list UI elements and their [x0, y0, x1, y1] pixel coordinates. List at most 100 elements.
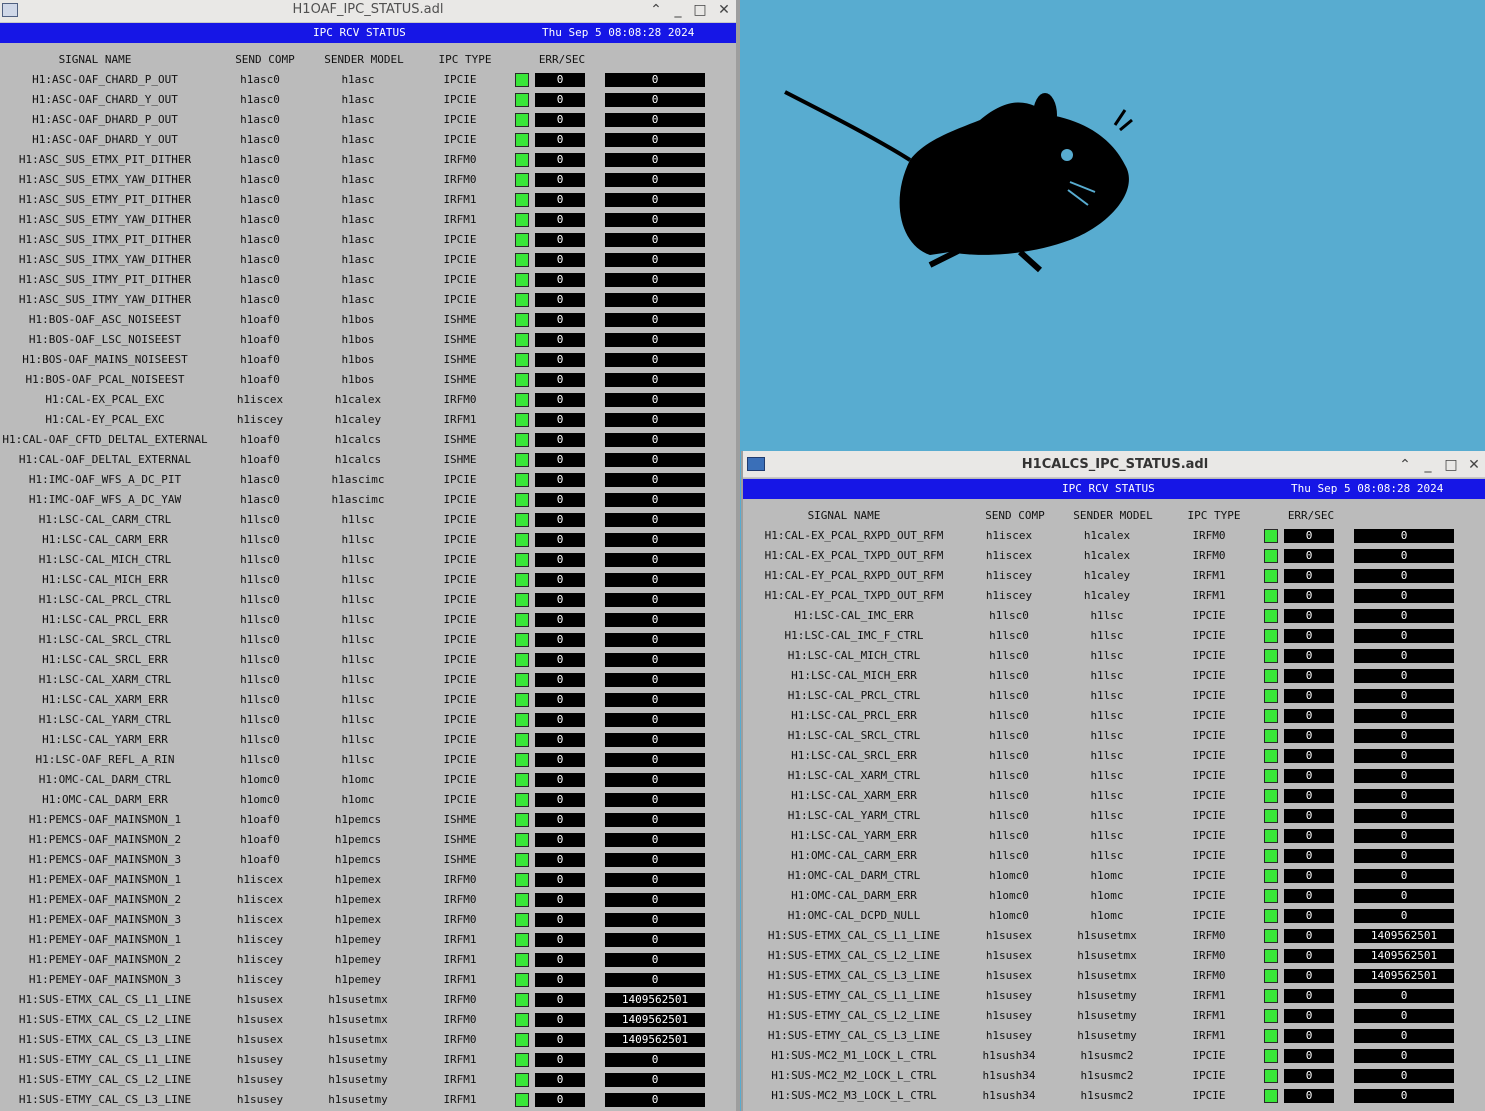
ipc-type: IPCIE: [443, 553, 477, 566]
title-bar[interactable]: H1CALCS_IPC_STATUS.adl ⌃ _ □ ✕: [743, 451, 1485, 478]
send-comp: h1lsc0: [240, 733, 280, 746]
signal-name: H1:ASC_SUS_ITMX_PIT_DITHER: [18, 233, 192, 246]
ipc-type: IRFM0: [443, 1033, 477, 1046]
err-per-sec-value: 0: [535, 213, 585, 227]
signal-name: H1:LSC-CAL_PRCL_ERR: [791, 709, 917, 722]
table-row: H1:SUS-ETMX_CAL_CS_L3_LINE h1susex h1suset…: [743, 966, 1485, 986]
status-led-indicator: [515, 953, 529, 967]
sender-model: h1susmc2: [1080, 1049, 1134, 1062]
send-comp: h1oaf0: [240, 313, 280, 326]
send-comp: h1iscey: [236, 973, 284, 986]
title-bar[interactable]: H1OAF_IPC_STATUS.adl ⌃ _ □ ✕: [0, 0, 736, 23]
signal-name: H1:ASC-OAF_DHARD_P_OUT: [32, 113, 178, 126]
sender-model: h1lsc: [1090, 689, 1124, 702]
sender-model: h1lsc: [341, 633, 375, 646]
minimize-icon[interactable]: _: [1418, 451, 1438, 479]
signal-name: H1:ASC_SUS_ITMY_YAW_DITHER: [18, 293, 192, 306]
signal-name: H1:OMC-CAL_DARM_ERR: [791, 889, 917, 902]
status-led-indicator: [1264, 1069, 1278, 1083]
sender-model: h1ascimc: [331, 493, 385, 506]
err-per-sec-value: 0: [535, 733, 585, 747]
table-row: H1:LSC-CAL_IMC_ERR h1lsc0 h1lsc IPCIE 0 0: [743, 606, 1485, 626]
ipc-type: IRFM0: [1192, 949, 1226, 962]
signal-name: H1:PEMEY-OAF_MAINSMON_3: [28, 973, 182, 986]
ipc-type: IPCIE: [443, 593, 477, 606]
send-comp: h1lsc0: [989, 649, 1029, 662]
signal-name: H1:LSC-CAL_YARM_ERR: [42, 733, 168, 746]
maximize-icon[interactable]: □: [690, 0, 710, 20]
shade-icon[interactable]: ⌃: [646, 0, 666, 20]
error-timestamp-value: 0: [1354, 1009, 1454, 1023]
signal-name: H1:SUS-MC2_M3_LOCK_L_CTRL: [771, 1089, 937, 1102]
signal-name: H1:SUS-MC2_M2_LOCK_L_CTRL: [771, 1069, 937, 1082]
status-led-indicator: [515, 713, 529, 727]
send-comp: h1iscex: [985, 529, 1033, 542]
error-timestamp-value: 0: [605, 1073, 705, 1087]
send-comp: h1lsc0: [989, 809, 1029, 822]
status-led-indicator: [515, 333, 529, 347]
calcs-ipc-status-window: H1CALCS_IPC_STATUS.adl ⌃ _ □ ✕ IPC RCV S…: [741, 451, 1485, 1111]
ipc-type: IPCIE: [443, 113, 477, 126]
maximize-icon[interactable]: □: [1441, 451, 1461, 479]
error-timestamp-value: 0: [605, 793, 705, 807]
send-comp: h1susey: [236, 1053, 284, 1066]
ipc-type: IPCIE: [443, 73, 477, 86]
signal-name: H1:ASC_SUS_ETMX_YAW_DITHER: [18, 173, 192, 186]
table-row: H1:CAL-EX_PCAL_RXPD_OUT_RFM h1iscex h1cale…: [743, 526, 1485, 546]
table-row: H1:CAL-OAF_CFTD_DELTAL_EXTERNAL h1oaf0 h1c…: [0, 430, 736, 450]
error-timestamp-value: 0: [1354, 889, 1454, 903]
signal-name: H1:CAL-EX_PCAL_EXC: [45, 393, 165, 406]
banner-title: IPC RCV STATUS: [1062, 482, 1155, 495]
status-led-indicator: [1264, 809, 1278, 823]
shade-icon[interactable]: ⌃: [1395, 451, 1415, 479]
error-timestamp-value: 0: [605, 933, 705, 947]
close-icon[interactable]: ✕: [714, 0, 734, 20]
send-comp: h1asc0: [240, 73, 280, 86]
error-timestamp-value: 0: [1354, 709, 1454, 723]
minimize-icon[interactable]: _: [668, 0, 688, 20]
signal-name: H1:LSC-CAL_YARM_CTRL: [787, 809, 921, 822]
error-timestamp-value: 0: [1354, 1029, 1454, 1043]
err-per-sec-value: 0: [535, 393, 585, 407]
error-timestamp-value: 0: [1354, 529, 1454, 543]
ipc-type: ISHME: [443, 453, 477, 466]
col-header-model: SENDER MODEL: [324, 53, 404, 66]
table-row: H1:LSC-CAL_XARM_CTRL h1lsc0 h1lsc IPCIE 0 0: [0, 670, 736, 690]
ipc-type: IRFM1: [1192, 1029, 1226, 1042]
ipc-type: IPCIE: [1192, 889, 1226, 902]
table-row: H1:ASC_SUS_ITMX_PIT_DITHER h1asc0 h1asc IPC…: [0, 230, 736, 250]
err-per-sec-value: 0: [535, 473, 585, 487]
send-comp: h1lsc0: [989, 789, 1029, 802]
error-timestamp-value: 1409562501: [1354, 949, 1454, 963]
col-header-comp: SEND COMP: [985, 509, 1045, 522]
ipc-type: IPCIE: [443, 793, 477, 806]
table-row: H1:LSC-CAL_XARM_CTRL h1lsc0 h1lsc IPCIE 0 0: [743, 766, 1485, 786]
err-per-sec-value: 0: [1284, 1029, 1334, 1043]
table-row: H1:LSC-CAL_PRCL_CTRL h1lsc0 h1lsc IPCIE 0 0: [0, 590, 736, 610]
signal-name: H1:LSC-CAL_SRCL_ERR: [791, 749, 917, 762]
ipc-type: IPCIE: [1192, 749, 1226, 762]
err-per-sec-value: 0: [535, 593, 585, 607]
sender-model: h1ascimc: [331, 473, 385, 486]
table-row: H1:LSC-CAL_YARM_ERR h1lsc0 h1lsc IPCIE 0 0: [743, 826, 1485, 846]
sender-model: h1pemcs: [334, 833, 382, 846]
sender-model: h1susetmx: [328, 1013, 388, 1026]
table-row: H1:CAL-EX_PCAL_EXC h1iscex h1calex IRFM0 0 0: [0, 390, 736, 410]
close-icon[interactable]: ✕: [1464, 451, 1484, 479]
sender-model: h1lsc: [341, 693, 375, 706]
status-led-indicator: [515, 833, 529, 847]
table-row: H1:SUS-ETMY_CAL_CS_L2_LINE h1susey h1suset…: [0, 1070, 736, 1090]
status-led-indicator: [515, 133, 529, 147]
table-row: H1:OMC-CAL_CARM_ERR h1lsc0 h1lsc IPCIE 0 0: [743, 846, 1485, 866]
ipc-type: IRFM1: [443, 193, 477, 206]
error-timestamp-value: 0: [605, 333, 705, 347]
table-row: H1:ASC_SUS_ITMY_YAW_DITHER h1asc0 h1asc IPC…: [0, 290, 736, 310]
table-row: H1:SUS-ETMY_CAL_CS_L1_LINE h1susey h1suset…: [743, 986, 1485, 1006]
sender-model: h1omc: [1090, 909, 1124, 922]
ipc-type: IPCIE: [1192, 809, 1226, 822]
send-comp: h1oaf0: [240, 853, 280, 866]
status-led-indicator: [515, 853, 529, 867]
send-comp: h1lsc0: [989, 769, 1029, 782]
err-per-sec-value: 0: [535, 873, 585, 887]
sender-model: h1omc: [341, 773, 375, 786]
